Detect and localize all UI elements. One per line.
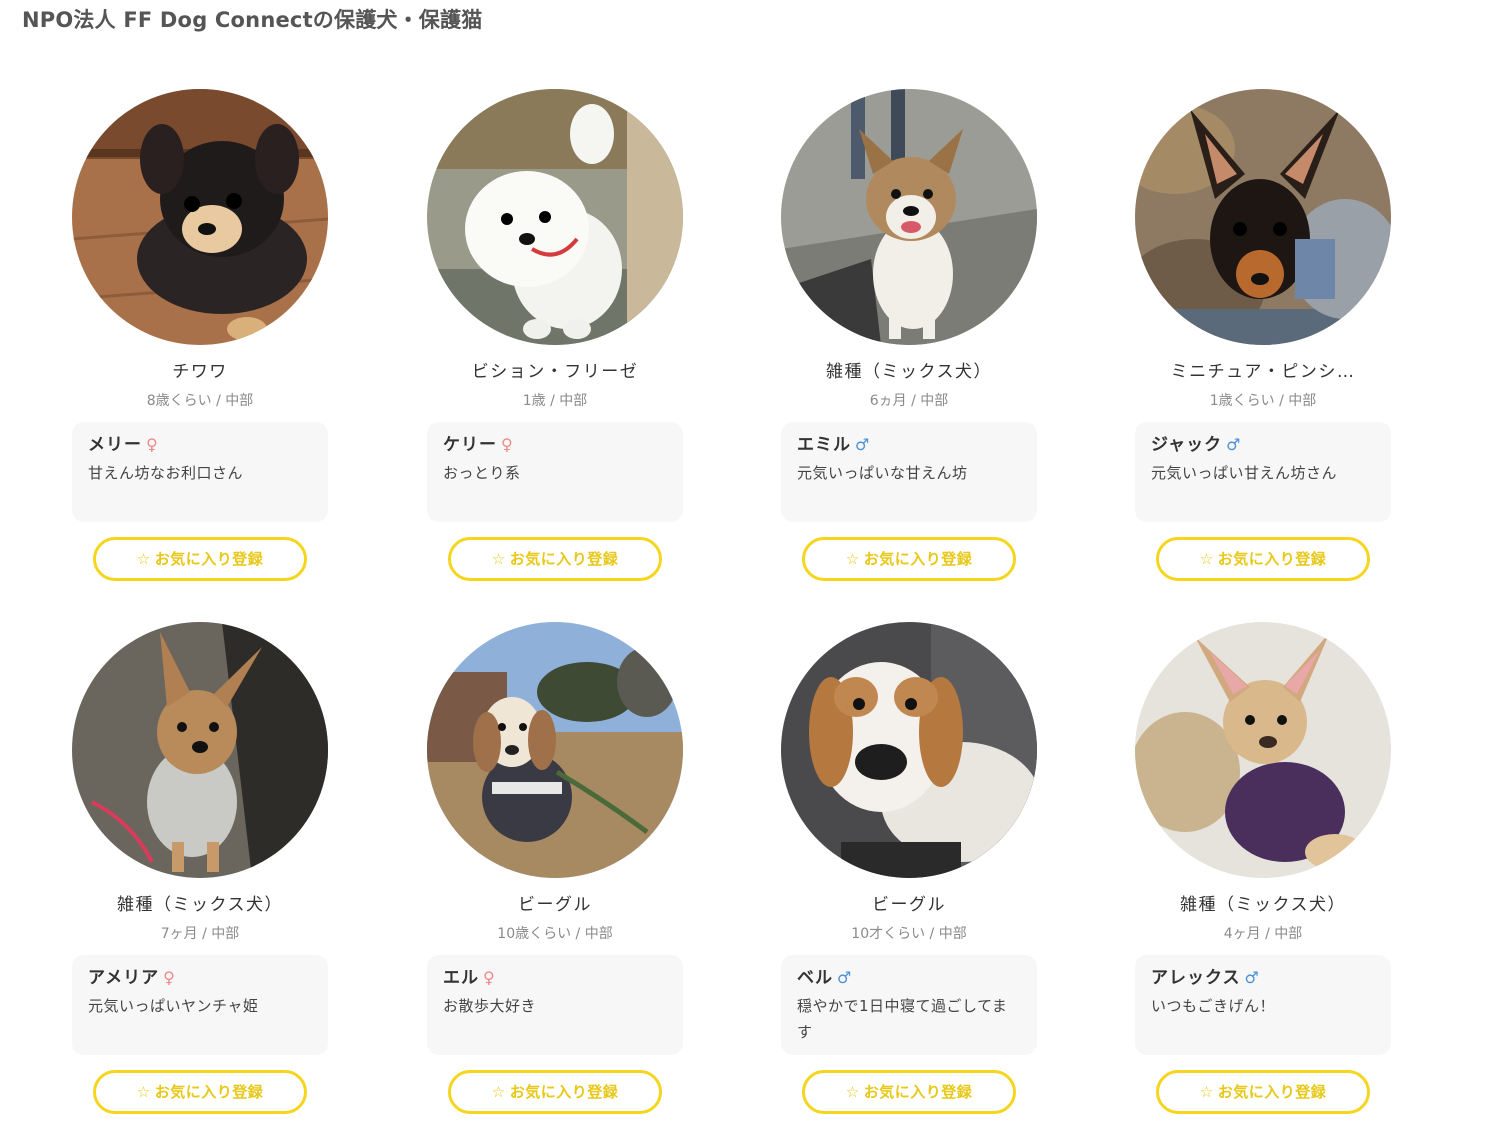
pet-name: ジャック — [1151, 435, 1223, 455]
breed-label: ビーグル — [518, 895, 592, 915]
male-icon: ♂ — [855, 435, 871, 454]
male-icon: ♂ — [1226, 435, 1242, 454]
star-icon: ☆ — [491, 1083, 506, 1101]
pet-card[interactable]: ビション・フリーゼ 1歳 / 中部 ケリー ♀ おっとり系 ☆ お気に入り登録 — [427, 89, 683, 581]
pet-photo[interactable] — [427, 622, 683, 878]
pet-name: アレックス — [1151, 968, 1241, 988]
pet-description: 元気いっぱいな甘えん坊 — [797, 464, 968, 482]
pet-card[interactable]: チワワ 8歳くらい / 中部 メリー ♀ 甘えん坊なお利口さん ☆ お気に入り登録 — [72, 89, 328, 581]
breed-label: 雑種（ミックス犬） — [826, 362, 992, 382]
favorite-label: お気に入り登録 — [1217, 550, 1327, 568]
age-region-label: 7ヶ月 / 中部 — [160, 926, 240, 942]
age-region-label: 10才くらい / 中部 — [851, 926, 967, 942]
favorite-label: お気に入り登録 — [509, 1083, 619, 1101]
breed-label: ビーグル — [872, 895, 946, 915]
pet-name: メリー — [88, 435, 142, 455]
star-icon: ☆ — [845, 1083, 860, 1101]
favorite-label: お気に入り登録 — [1217, 1083, 1327, 1101]
pet-name-line: アレックス ♂ — [1151, 966, 1375, 990]
pet-info-box: メリー ♀ 甘えん坊なお利口さん — [72, 422, 328, 522]
star-icon: ☆ — [845, 550, 860, 568]
breed-label: 雑種（ミックス犬） — [1180, 895, 1346, 915]
pet-description: お散歩大好き — [443, 997, 537, 1015]
pet-card[interactable]: 雑種（ミックス犬） 4ヶ月 / 中部 アレックス ♂ いつもごきげん！ ☆ お気に入… — [1135, 622, 1391, 1114]
pet-description: 元気いっぱい甘えん坊さん — [1151, 464, 1338, 482]
favorite-button[interactable]: ☆ お気に入り登録 — [802, 537, 1016, 581]
favorite-button[interactable]: ☆ お気に入り登録 — [1156, 1070, 1370, 1114]
pet-photo[interactable] — [781, 622, 1037, 878]
pet-name-line: ジャック ♂ — [1151, 433, 1375, 457]
pet-photo[interactable] — [72, 89, 328, 345]
pet-description: 元気いっぱいヤンチャ姫 — [88, 997, 259, 1015]
age-region-label: 8歳くらい / 中部 — [146, 393, 254, 409]
pet-card[interactable]: 雑種（ミックス犬） 6ヵ月 / 中部 エミル ♂ 元気いっぱいな甘えん坊 ☆ お気に… — [781, 89, 1037, 581]
pet-info-box: エル ♀ お散歩大好き — [427, 955, 683, 1055]
age-region-label: 1歳くらい / 中部 — [1209, 393, 1317, 409]
breed-label: 雑種（ミックス犬） — [117, 895, 283, 915]
pet-name: エル — [443, 968, 479, 988]
age-region-label: 1歳 / 中部 — [522, 393, 588, 409]
female-icon: ♀ — [483, 968, 496, 987]
female-icon: ♀ — [501, 435, 514, 454]
pet-photo[interactable] — [1135, 622, 1391, 878]
pet-description: 穏やかで1日中寝て過ごしてます — [797, 997, 1008, 1041]
pet-name-line: エミル ♂ — [797, 433, 1021, 457]
favorite-button[interactable]: ☆ お気に入り登録 — [93, 537, 307, 581]
pet-card[interactable]: ビーグル 10才くらい / 中部 ベル ♂ 穏やかで1日中寝て過ごしてます ☆ お気… — [781, 622, 1037, 1114]
pet-name-line: アメリア ♀ — [88, 966, 312, 990]
favorite-label: お気に入り登録 — [154, 550, 264, 568]
pet-info-box: ケリー ♀ おっとり系 — [427, 422, 683, 522]
pet-name: エミル — [797, 435, 851, 455]
male-icon: ♂ — [837, 968, 853, 987]
star-icon: ☆ — [136, 1083, 151, 1101]
pet-name-line: エル ♀ — [443, 966, 667, 990]
pet-name: ケリー — [443, 435, 497, 455]
pet-info-box: アメリア ♀ 元気いっぱいヤンチャ姫 — [72, 955, 328, 1055]
favorite-button[interactable]: ☆ お気に入り登録 — [93, 1070, 307, 1114]
age-region-label: 10歳くらい / 中部 — [497, 926, 613, 942]
favorite-label: お気に入り登録 — [863, 1083, 973, 1101]
pet-photo[interactable] — [781, 89, 1037, 345]
pet-name-line: ベル ♂ — [797, 966, 1021, 990]
pet-info-box: ベル ♂ 穏やかで1日中寝て過ごしてます — [781, 955, 1037, 1055]
star-icon: ☆ — [1199, 1083, 1214, 1101]
pet-photo[interactable] — [72, 622, 328, 878]
star-icon: ☆ — [491, 550, 506, 568]
favorite-button[interactable]: ☆ お気に入り登録 — [448, 537, 662, 581]
pet-info-box: ジャック ♂ 元気いっぱい甘えん坊さん — [1135, 422, 1391, 522]
favorite-button[interactable]: ☆ お気に入り登録 — [448, 1070, 662, 1114]
pet-description: いつもごきげん！ — [1151, 997, 1276, 1015]
pet-card[interactable]: ビーグル 10歳くらい / 中部 エル ♀ お散歩大好き ☆ お気に入り登録 — [427, 622, 683, 1114]
favorite-label: お気に入り登録 — [863, 550, 973, 568]
favorite-button[interactable]: ☆ お気に入り登録 — [802, 1070, 1016, 1114]
breed-label: ミニチュア・ピンシ… — [1170, 362, 1356, 382]
pet-info-box: エミル ♂ 元気いっぱいな甘えん坊 — [781, 422, 1037, 522]
pet-card[interactable]: ミニチュア・ピンシ… 1歳くらい / 中部 ジャック ♂ 元気いっぱい甘えん坊さん… — [1135, 89, 1391, 581]
star-icon: ☆ — [1199, 550, 1214, 568]
pet-name: アメリア — [88, 968, 160, 988]
pet-name: ベル — [797, 968, 833, 988]
pet-photo[interactable] — [427, 89, 683, 345]
favorite-label: お気に入り登録 — [154, 1083, 264, 1101]
pet-description: 甘えん坊なお利口さん — [88, 464, 244, 482]
male-icon: ♂ — [1244, 968, 1260, 987]
pet-card[interactable]: 雑種（ミックス犬） 7ヶ月 / 中部 アメリア ♀ 元気いっぱいヤンチャ姫 ☆ お気… — [72, 622, 328, 1114]
age-region-label: 6ヵ月 / 中部 — [869, 393, 949, 409]
female-icon: ♀ — [146, 435, 159, 454]
pet-description: おっとり系 — [443, 464, 521, 482]
breed-label: チワワ — [172, 362, 228, 382]
pet-name-line: メリー ♀ — [88, 433, 312, 457]
female-icon: ♀ — [163, 968, 176, 987]
page-title: NPO法人 FF Dog Connectの保護犬・保護猫 — [22, 8, 483, 32]
age-region-label: 4ヶ月 / 中部 — [1223, 926, 1303, 942]
pet-name-line: ケリー ♀ — [443, 433, 667, 457]
favorite-label: お気に入り登録 — [509, 550, 619, 568]
pet-photo[interactable] — [1135, 89, 1391, 345]
pet-info-box: アレックス ♂ いつもごきげん！ — [1135, 955, 1391, 1055]
star-icon: ☆ — [136, 550, 151, 568]
favorite-button[interactable]: ☆ お気に入り登録 — [1156, 537, 1370, 581]
breed-label: ビション・フリーゼ — [471, 362, 639, 382]
